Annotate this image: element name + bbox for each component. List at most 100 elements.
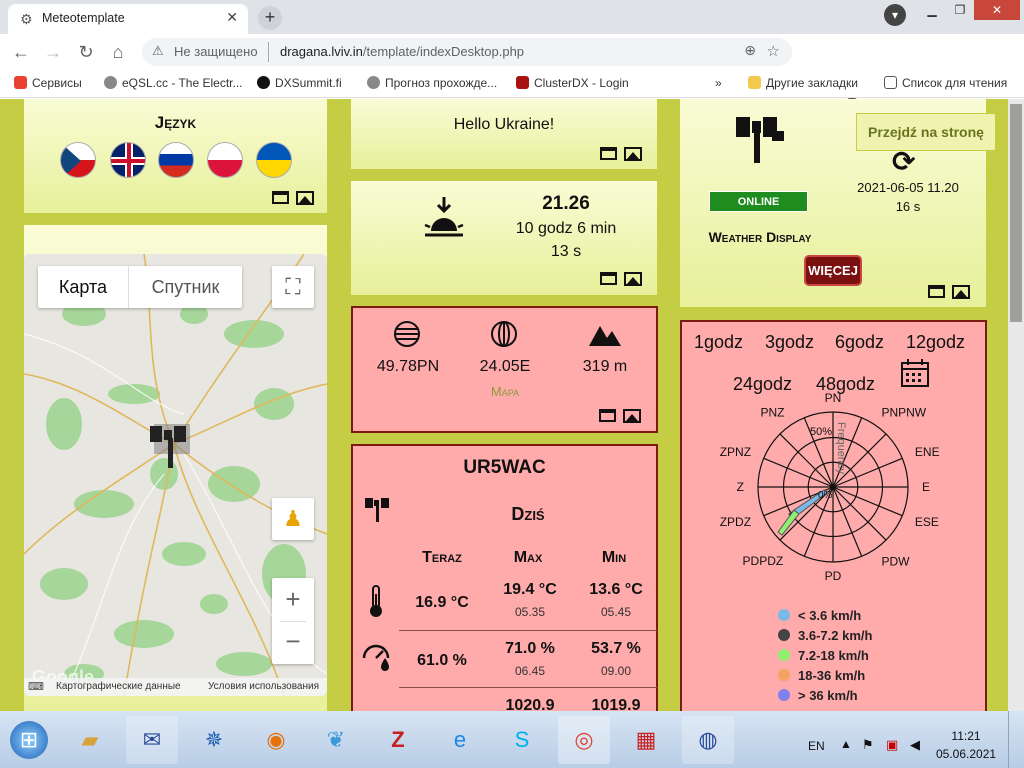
flag-pl-icon[interactable]: [207, 142, 243, 178]
reload-button[interactable]: ↻: [75, 41, 97, 63]
divider: [268, 42, 269, 62]
zoom-in-button[interactable]: +: [272, 578, 314, 621]
legend-item[interactable]: 7.2-18 km/h: [778, 648, 872, 668]
show-desktop-button[interactable]: [1008, 711, 1024, 768]
panel-controls: [272, 189, 314, 205]
start-button[interactable]: ⊞: [0, 716, 58, 764]
legend-item[interactable]: > 36 km/h: [778, 688, 872, 708]
panel-controls: [928, 283, 970, 299]
more-button[interactable]: WIĘCEJ: [804, 255, 862, 286]
zoom-out-button[interactable]: −: [272, 621, 314, 664]
period-1h[interactable]: 1godz: [694, 332, 743, 353]
compass-icon[interactable]: ✵: [188, 716, 240, 764]
wind-rose-panel: 1godz 3godz 6godz 12godz 24godz 48godz P…: [680, 320, 987, 711]
bookmark-reading-list[interactable]: Список для чтения: [884, 76, 1007, 90]
keyboard-icon[interactable]: ⌨: [28, 680, 44, 693]
last-update: 2021-06-05 11.20: [857, 180, 959, 195]
bookmark-other[interactable]: Другие закладки: [748, 76, 858, 90]
bookmark-label: Сервисы: [32, 76, 82, 90]
hrd-icon[interactable]: ▦: [620, 716, 672, 764]
window-icon[interactable]: [599, 409, 616, 423]
flag-ua-icon[interactable]: [256, 142, 292, 178]
clock-time[interactable]: 11:21: [936, 729, 996, 743]
tray-arrow-icon[interactable]: ▲: [840, 737, 852, 751]
terms-link[interactable]: Условия использования: [208, 681, 319, 692]
action-center-icon[interactable]: ⚑: [862, 737, 874, 753]
window-icon[interactable]: [272, 191, 289, 205]
legend-item[interactable]: 18-36 km/h: [778, 668, 872, 688]
filezilla-icon[interactable]: Z: [372, 716, 424, 764]
address-bar[interactable]: ⚠ Не защищено dragana.lviv.in/template/i…: [142, 38, 792, 66]
window-icon[interactable]: [928, 285, 945, 299]
legend-label: < 3.6 km/h: [798, 608, 862, 623]
map-link[interactable]: Mapa: [453, 384, 557, 399]
close-window-button[interactable]: ✕: [974, 0, 1020, 20]
period-3h[interactable]: 3godz: [765, 332, 814, 353]
window-icon[interactable]: [600, 272, 617, 286]
back-button[interactable]: ←: [10, 41, 32, 63]
legend-item[interactable]: 3.6-7.2 km/h: [778, 628, 872, 648]
period-12h[interactable]: 12godz: [906, 332, 965, 353]
sun-panel: 21.26 10 godz 6 min 13 s: [351, 181, 657, 295]
browser-toolbar: ← → ↻ ⌂ ⚠ Не защищено dragana.lviv.in/te…: [0, 34, 1024, 99]
bookmarks-overflow[interactable]: »: [715, 76, 722, 90]
restore-button[interactable]: ❐: [946, 0, 974, 20]
refresh-icon[interactable]: ⟳: [892, 145, 915, 178]
ie-icon[interactable]: e: [434, 716, 486, 764]
explorer-icon[interactable]: ▰: [64, 716, 116, 764]
close-tab-icon[interactable]: ✕: [226, 9, 238, 26]
station-marker-icon[interactable]: [144, 422, 202, 470]
skype-icon[interactable]: S: [496, 716, 548, 764]
language-indicator[interactable]: EN: [808, 739, 825, 753]
ring-label: 50%: [810, 426, 832, 438]
temp-min-time: 05.45: [600, 605, 632, 619]
minimize-button[interactable]: ▁: [918, 0, 946, 20]
bookmark-eqsl[interactable]: eQSL.cc - The Electr...: [104, 76, 243, 90]
forward-button[interactable]: →: [42, 41, 64, 63]
legend-swatch: [778, 669, 790, 681]
period-6h[interactable]: 6godz: [835, 332, 884, 353]
bookmark-clusterdx[interactable]: ClusterDX - Login: [516, 76, 629, 90]
flag-ru-icon[interactable]: [158, 142, 194, 178]
browser-tab[interactable]: ⚙ Meteotemplate ✕: [8, 4, 248, 34]
image-icon[interactable]: [624, 271, 642, 286]
network-icon[interactable]: ▣: [886, 737, 898, 753]
bookmark-forecast[interactable]: Прогноз прохожде...: [367, 76, 497, 90]
calendar-icon[interactable]: [900, 358, 930, 388]
direction-label: Z: [737, 480, 744, 494]
bookmark-star-icon[interactable]: ☆: [767, 42, 780, 60]
visit-site-button[interactable]: Przejdź na stronę: [856, 113, 996, 151]
bookmark-dxsummit[interactable]: DXSummit.fi: [257, 76, 342, 90]
image-icon[interactable]: [952, 284, 970, 299]
image-icon[interactable]: [296, 190, 314, 205]
home-button[interactable]: ⌂: [107, 41, 129, 63]
bookmark-services[interactable]: Сервисы: [14, 76, 82, 90]
pegman-icon[interactable]: ♟: [272, 498, 314, 540]
flag-cz-icon[interactable]: [60, 142, 96, 178]
station-id: UR5WAC: [463, 457, 546, 478]
profile-menu-icon[interactable]: ▾: [884, 4, 906, 26]
tab-map[interactable]: Карта: [38, 266, 128, 308]
zoom-icon[interactable]: ⊕: [744, 42, 756, 59]
panel-controls: [600, 270, 642, 286]
flag-gb-icon[interactable]: [110, 142, 146, 178]
page-content: Język Hello Ukraine! 21.26 10 godz 6 min…: [0, 99, 1008, 711]
tab-satellite[interactable]: Спутник: [128, 266, 242, 308]
map-view[interactable]: Карта Спутник ⛶ ♟ + − Google ⌨ Картограф…: [24, 254, 327, 696]
clock-date[interactable]: 05.06.2021: [936, 747, 996, 761]
window-icon[interactable]: [600, 147, 617, 161]
weather-app-icon[interactable]: ◍: [682, 716, 734, 764]
chrome-icon[interactable]: ◎: [558, 716, 610, 764]
thermometer-icon: [370, 585, 382, 617]
ham-app-icon[interactable]: ✉: [126, 716, 178, 764]
legend-item[interactable]: < 3.6 km/h: [778, 608, 872, 628]
image-icon[interactable]: [624, 146, 642, 161]
warning-icon[interactable]: ⚠: [152, 43, 164, 59]
fullscreen-icon[interactable]: ⛶: [272, 266, 314, 308]
new-tab-button[interactable]: +: [258, 6, 282, 30]
mail-client-icon[interactable]: ◉: [250, 716, 302, 764]
image-icon[interactable]: [623, 408, 641, 423]
butterfly-icon[interactable]: ❦: [310, 716, 362, 764]
volume-icon[interactable]: ◀: [910, 737, 920, 753]
scrollbar-thumb[interactable]: [1010, 104, 1022, 322]
